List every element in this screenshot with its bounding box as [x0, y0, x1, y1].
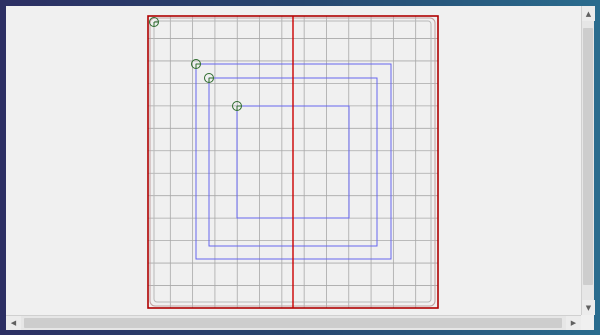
scroll-up-button[interactable]: ▲ [582, 6, 595, 21]
drawing-viewport[interactable] [6, 6, 581, 315]
scroll-right-button[interactable]: ▶ [566, 316, 581, 330]
drawing-canvas[interactable] [6, 6, 581, 315]
horizontal-scroll-thumb[interactable] [24, 318, 562, 328]
scroll-left-button[interactable]: ◀ [6, 316, 21, 330]
arrow-down-icon: ▼ [585, 303, 592, 312]
vertical-scroll-thumb[interactable] [583, 28, 593, 285]
horizontal-scrollbar[interactable]: ◀ ▶ [6, 315, 581, 330]
scrollbar-corner [581, 315, 594, 330]
arrow-up-icon: ▲ [585, 9, 592, 18]
application-window: ▲ ▼ ◀ ▶ [6, 6, 595, 330]
start-marker-2[interactable] [204, 73, 214, 83]
vertical-scrollbar[interactable]: ▲ ▼ [581, 6, 595, 315]
arrow-right-icon: ▶ [570, 319, 577, 327]
arrow-left-icon: ◀ [10, 319, 17, 327]
scroll-down-button[interactable]: ▼ [582, 300, 595, 315]
start-marker-outer[interactable] [149, 17, 159, 27]
